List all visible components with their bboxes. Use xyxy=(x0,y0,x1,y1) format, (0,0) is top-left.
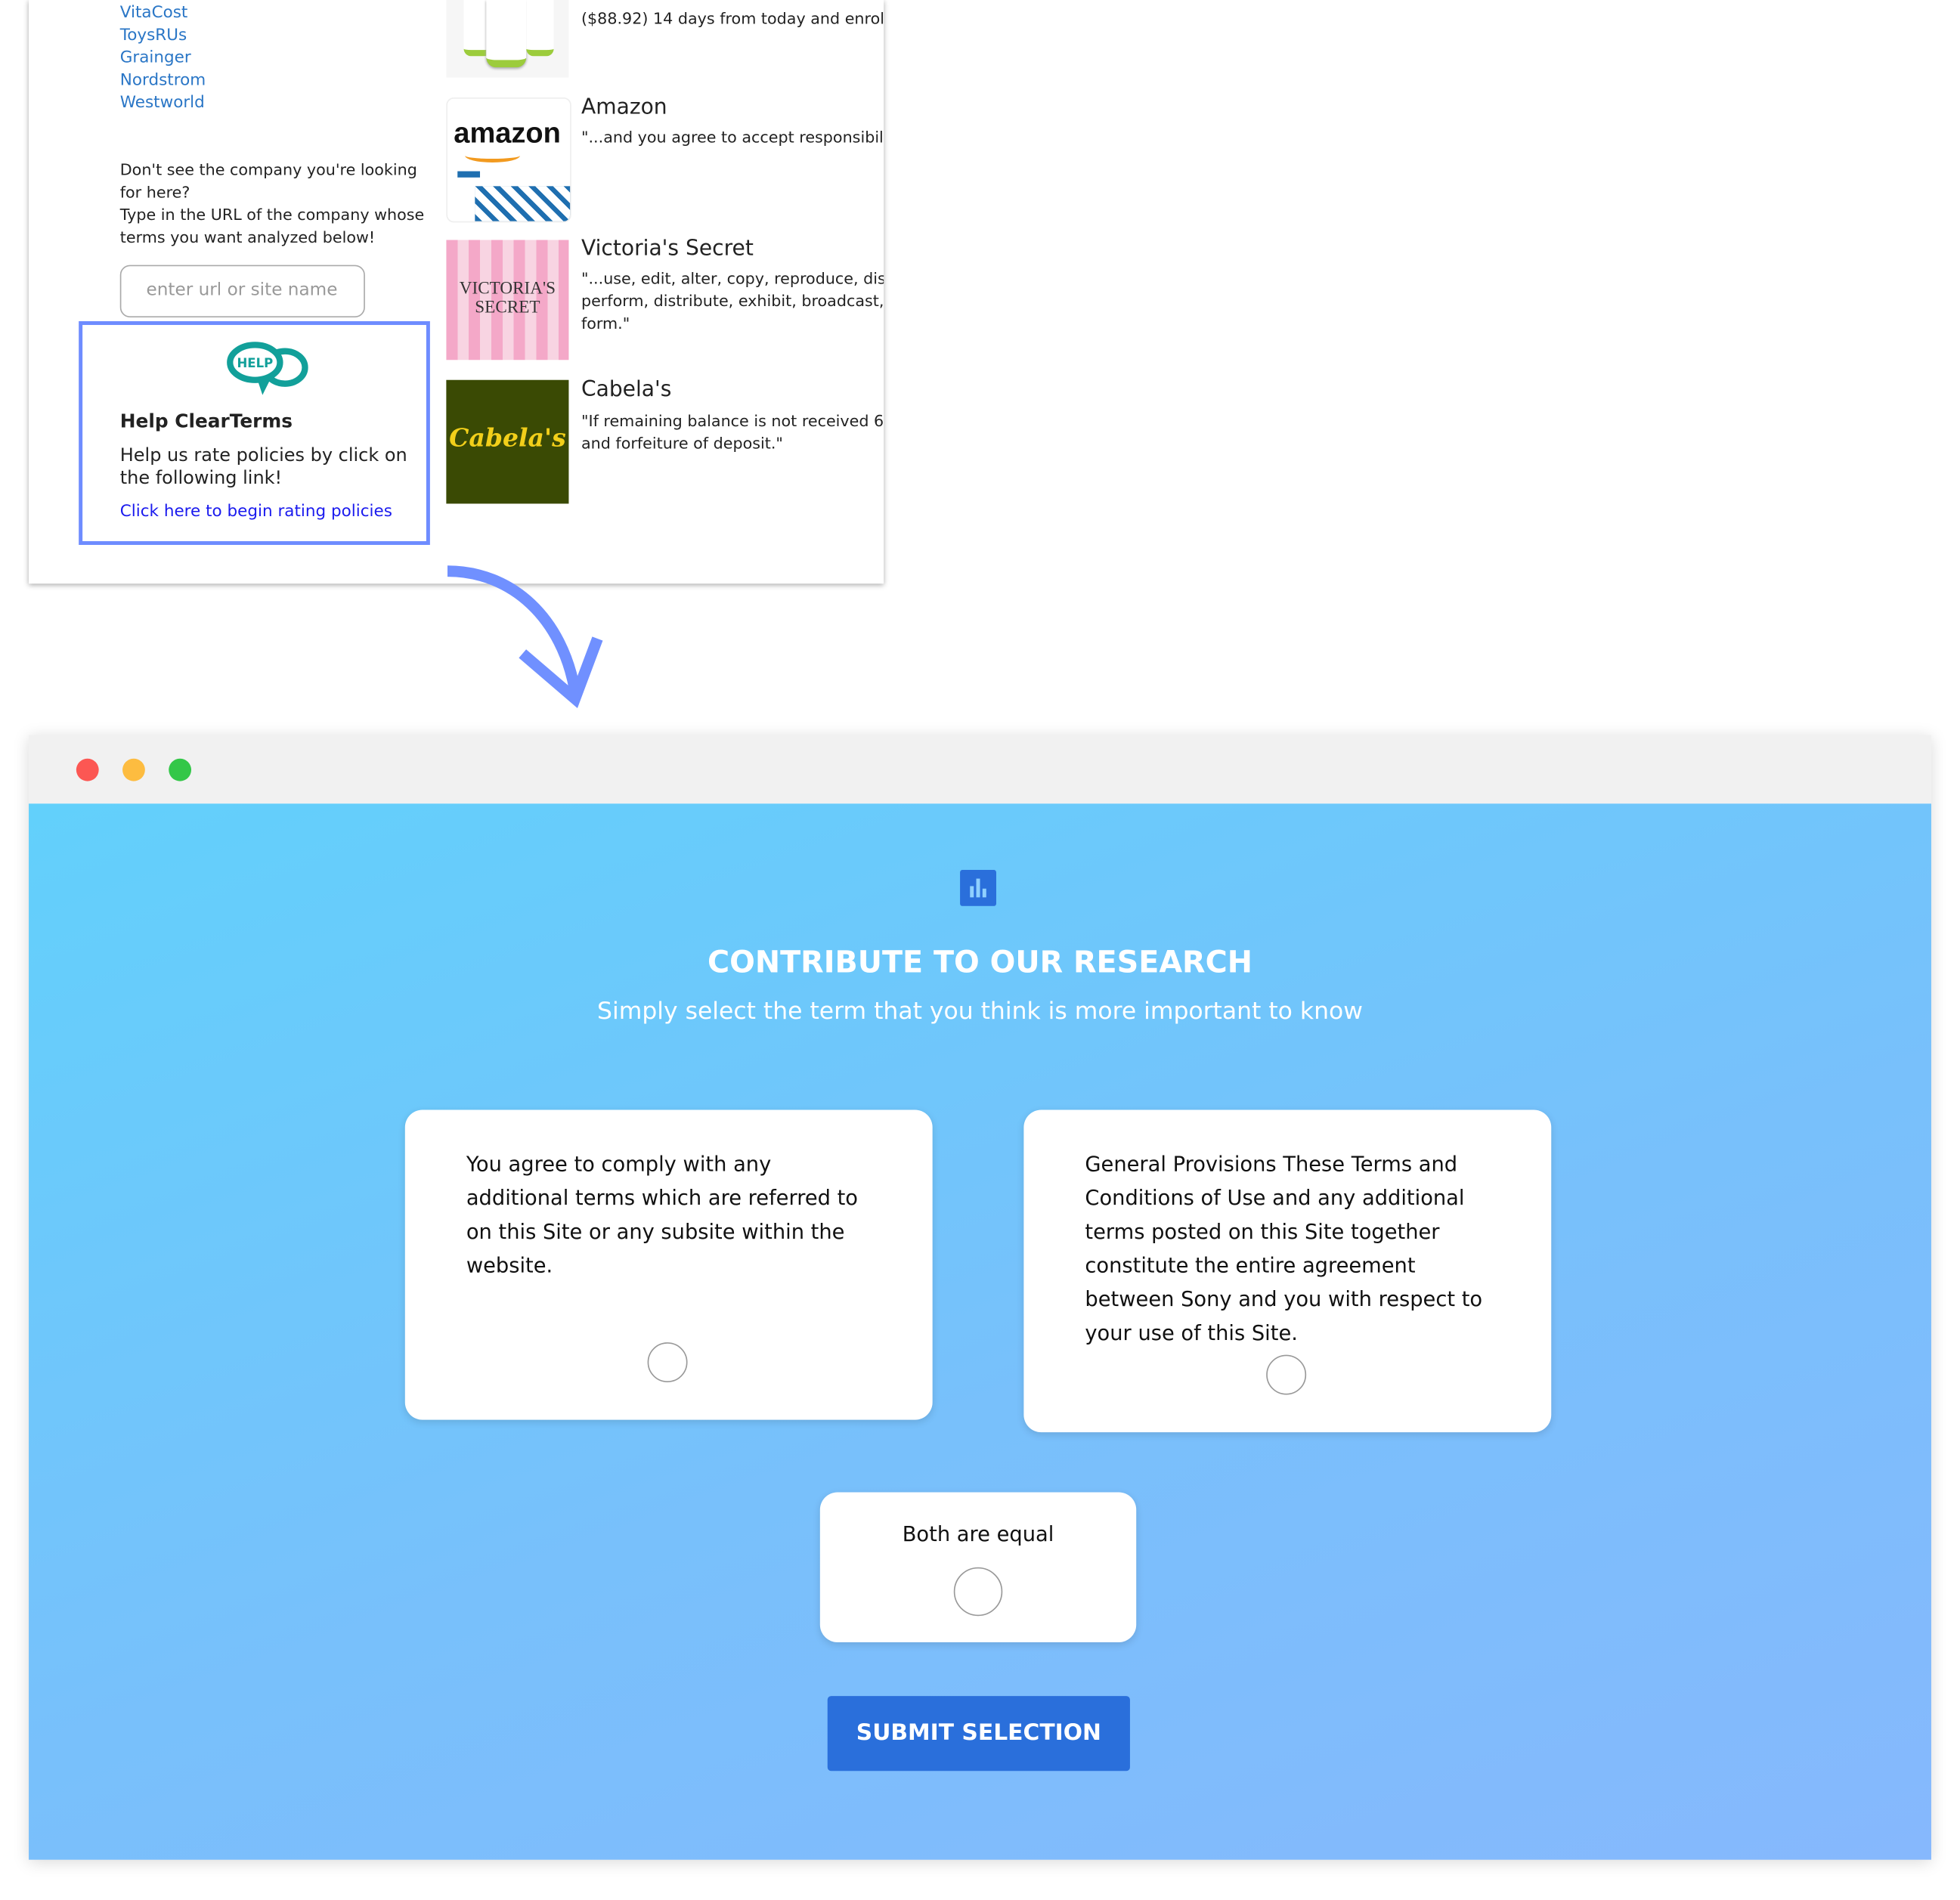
help-box: HELP Help ClearTerms Help us rate polici… xyxy=(79,321,430,546)
option-a-card[interactable]: You agree to comply with any additional … xyxy=(404,1109,933,1420)
option-equal-text: Both are equal xyxy=(902,1522,1054,1546)
quote-line: "...use, edit, alter, copy, reproduce, d… xyxy=(581,268,884,288)
window-titlebar xyxy=(29,735,1931,804)
url-input[interactable]: enter url or site name xyxy=(119,265,365,318)
company-link-grainger[interactable]: Grainger xyxy=(120,48,206,70)
clearterms-page-snippet: VitaCost ToysRUs Grainger Nordstrom West… xyxy=(29,0,884,584)
minimize-button[interactable] xyxy=(122,758,145,781)
prompt-line: terms you want analyzed below! xyxy=(119,227,376,246)
option-a-text: You agree to comply with any additional … xyxy=(466,1152,859,1278)
close-button[interactable] xyxy=(76,758,99,781)
page-title: CONTRIBUTE TO OUR RESEARCH xyxy=(708,945,1252,980)
prompt-line: Don't see the company you're looking xyxy=(119,159,417,179)
submit-selection-button[interactable]: SUBMIT SELECTION xyxy=(827,1696,1130,1772)
company-link-westworld[interactable]: Westworld xyxy=(120,92,206,115)
prompt-line: Type in the URL of the company whose xyxy=(119,205,425,224)
company-quote: "...use, edit, alter, copy, reproduce, d… xyxy=(581,268,884,335)
company-name[interactable]: Cabela's xyxy=(581,377,671,402)
quote-line: "If remaining balance is not received 60… xyxy=(581,411,884,430)
stage: VitaCost ToysRUs Grainger Nordstrom West… xyxy=(0,0,1960,1900)
begin-rating-link[interactable]: Click here to begin rating policies xyxy=(120,503,392,521)
help-title: Help ClearTerms xyxy=(119,410,293,433)
quote-line: perform, distribute, exhibit, broadcast,… xyxy=(581,291,884,311)
company-quote: "...and you agree to accept responsibili… xyxy=(581,127,884,147)
quote-line: and forfeiture of deposit." xyxy=(581,433,783,453)
option-equal-radio[interactable] xyxy=(953,1567,1003,1617)
quote-line: form." xyxy=(581,314,630,333)
company-quote: "If remaining balance is not received 60… xyxy=(581,410,884,455)
cabelas-logo: Cabela's xyxy=(446,379,569,504)
victorias-secret-logo: VICTORIA'S SECRET xyxy=(446,240,569,361)
option-a-radio[interactable] xyxy=(647,1342,688,1382)
amazon-logo: amazon xyxy=(446,97,571,223)
company-link-vitacost[interactable]: VitaCost xyxy=(120,2,206,25)
option-equal-card[interactable]: Both are equal xyxy=(819,1492,1137,1642)
option-b-text: General Provisions These Terms and Condi… xyxy=(1085,1152,1483,1345)
company-name[interactable]: Amazon xyxy=(581,95,667,120)
option-b-radio[interactable] xyxy=(1266,1354,1307,1395)
page-subtitle: Simply select the term that you think is… xyxy=(597,997,1363,1026)
bar-chart-icon xyxy=(960,869,996,906)
research-window: CONTRIBUTE TO OUR RESEARCH Simply select… xyxy=(29,735,1931,1860)
maximize-button[interactable] xyxy=(169,758,192,781)
arrow-down-icon xyxy=(447,565,603,708)
research-panel: CONTRIBUTE TO OUR RESEARCH Simply select… xyxy=(29,803,1931,1860)
company-name[interactable]: Victoria's Secret xyxy=(581,237,754,261)
help-body: Help us rate policies by click on the fo… xyxy=(119,446,407,489)
cleanse-logo xyxy=(446,0,569,78)
svg-text:HELP: HELP xyxy=(237,356,273,370)
option-b-card[interactable]: General Provisions These Terms and Condi… xyxy=(1023,1109,1552,1433)
prompt-line: for here? xyxy=(119,182,190,202)
help-bubbles-icon: HELP xyxy=(227,342,308,395)
company-link-toysrus[interactable]: ToysRUs xyxy=(120,25,206,48)
prompt-text: Don't see the company you're looking for… xyxy=(120,159,425,249)
company-link-nordstrom[interactable]: Nordstrom xyxy=(120,70,206,93)
company-quote: ($88.92) 14 days from today and enrolled xyxy=(581,8,884,28)
